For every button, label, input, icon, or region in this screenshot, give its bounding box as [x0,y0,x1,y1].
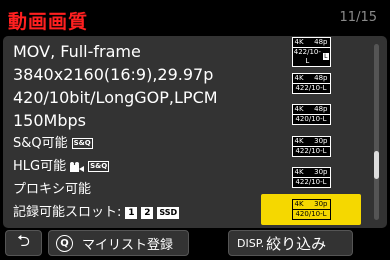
filter-label: 絞り込み [266,234,327,253]
format-text: MOV, Full-frame [13,42,141,61]
quality-badge: 4K 30p 422/10-L [291,167,331,189]
hlg-line: HLG可能 S&Q [13,155,218,178]
quality-item-selected[interactable]: 4K 30p 420/10-L [261,193,361,225]
content-panel: MOV, Full-frame 3840x2160(16:9),29.97p 4… [3,36,387,228]
video-camera-icon [70,161,85,172]
info-section: MOV, Full-frame 3840x2160(16:9),29.97p 4… [13,40,218,224]
ssd-icon: SSD [157,206,180,219]
quality-badge: 4K 48p 422/10-L L [291,36,331,67]
sq-line: S&Q可能 S&Q [13,132,218,155]
sq-icon: S&Q [71,138,93,149]
footer-bar: ⮌ Q マイリスト登録 DISP. 絞り込み [0,230,390,260]
slot-label: 記録可能スロット: [13,205,122,220]
quality-item[interactable]: 4K 48p 422/10-L [261,68,361,100]
hlg-text: HLG可能 [13,159,67,174]
resolution-text: 3840x2160(16:9),29.97p [13,65,214,84]
quality-list: 4K 48p 422/10-L L 4K 48p 422/10-L 4K 48p 420/10… [261,36,361,225]
page-title: 動画画質 [8,11,89,33]
back-button[interactable]: ⮌ [5,230,42,256]
q-button-icon: Q [56,234,73,252]
slot-2-icon: 2 [141,206,154,219]
sq-text: S&Q可能 [13,136,68,151]
mylist-label: マイリスト登録 [82,237,174,253]
quality-item[interactable]: 4K 48p 420/10-L [261,99,361,131]
quality-badge: 4K 48p 420/10-L [291,104,331,126]
quality-item[interactable]: 4K 30p 422/10-L [261,131,361,163]
quality-item[interactable]: 4K 30p 422/10-L [261,162,361,194]
disp-key-label: DISP. [237,236,265,250]
filter-button[interactable]: DISP. 絞り込み [228,230,353,256]
quality-item[interactable]: 4K 48p 422/10-L L [261,36,361,68]
codec-text: 420/10bit/LongGOP,LPCM [13,88,218,107]
proxy-text: プロキシ可能 [13,182,92,197]
scrollbar-thumb[interactable] [374,151,379,179]
page-indicator: 11/15 [339,10,377,25]
mylist-button[interactable]: Q マイリスト登録 [48,230,189,256]
slot-line: 記録可能スロット: 1 2 SSD [13,201,218,224]
hlg-sq-icon: S&Q [88,161,110,172]
quality-badge: 4K 30p 422/10-L [291,135,331,157]
bitrate-text: 150Mbps [13,111,86,130]
scrollbar[interactable] [374,44,379,220]
quality-badge: 4K 48p 422/10-L [291,72,331,94]
quality-badge: 4K 30p 420/10-L [291,198,331,220]
slot-1-icon: 1 [125,206,138,219]
return-icon: ⮌ [17,230,30,250]
